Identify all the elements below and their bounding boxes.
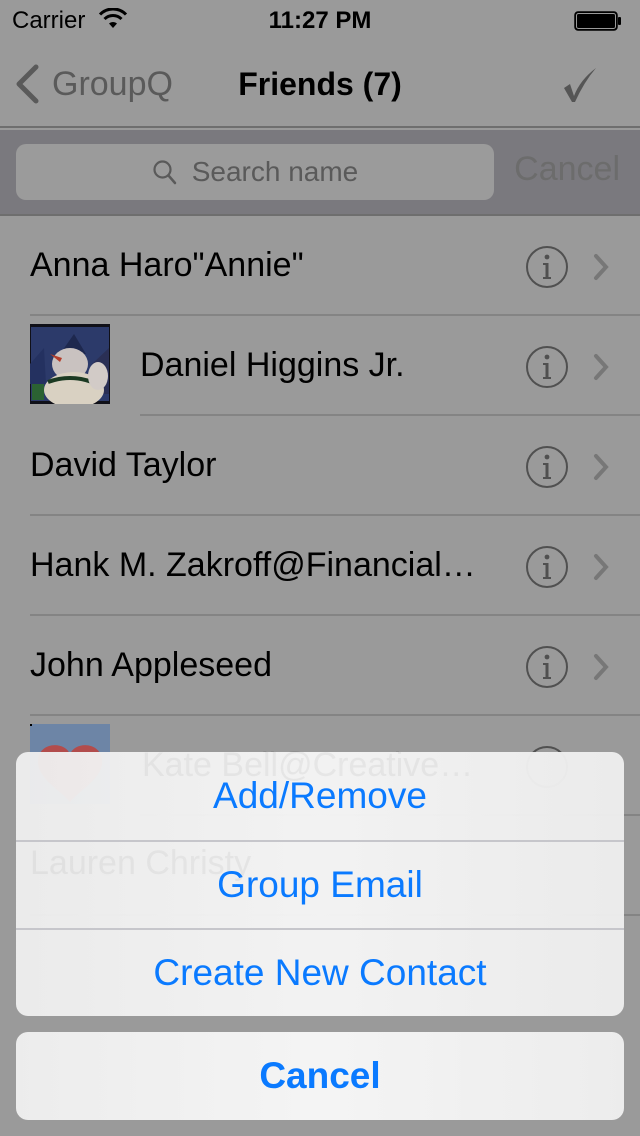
contact-name: David Taylor xyxy=(30,446,217,484)
contact-name: Hank M. Zakroff@Financial… xyxy=(30,546,476,584)
contact-name: Anna Haro"Annie" xyxy=(30,246,304,284)
info-icon[interactable] xyxy=(525,545,569,589)
create-new-contact-button[interactable]: Create New Contact xyxy=(16,928,624,1016)
chevron-right-icon xyxy=(594,554,609,580)
action-sheet-cancel-button[interactable]: Cancel xyxy=(16,1032,624,1120)
snowman-photo-icon xyxy=(30,324,110,404)
checkmark-icon[interactable] xyxy=(560,62,600,106)
status-time: 11:27 PM xyxy=(268,7,372,34)
info-icon[interactable] xyxy=(525,445,569,489)
search-placeholder: Search name xyxy=(191,156,359,187)
contact-row[interactable]: Hank M. Zakroff@Financial… xyxy=(0,516,640,616)
chevron-right-icon xyxy=(594,254,609,280)
chevron-right-icon xyxy=(594,454,609,480)
group-email-button[interactable]: Group Email xyxy=(16,840,624,928)
search-bar: Search name Cancel xyxy=(0,130,640,216)
battery-full-icon xyxy=(574,11,621,31)
status-bar: Carrier 11:27 PM xyxy=(0,0,640,40)
info-icon[interactable] xyxy=(525,245,569,289)
chevron-right-icon xyxy=(594,354,609,380)
contact-name: John Appleseed xyxy=(30,646,272,684)
contact-row[interactable]: John Appleseed xyxy=(0,616,640,716)
contact-row[interactable]: David Taylor xyxy=(0,416,640,516)
info-icon[interactable] xyxy=(525,345,569,389)
page-title: Friends (7) xyxy=(238,66,402,102)
action-sheet: Kate Bell@Creative… Lauren Christy Add/R… xyxy=(16,752,624,1016)
chevron-right-icon xyxy=(594,654,609,680)
search-cancel-button[interactable]: Cancel xyxy=(514,150,620,189)
contact-row[interactable]: Anna Haro"Annie" xyxy=(0,216,640,316)
search-icon xyxy=(153,160,176,185)
contact-avatar xyxy=(30,324,110,404)
navigation-bar: GroupQ Friends (7) xyxy=(0,40,640,128)
search-input[interactable]: Search name xyxy=(16,144,494,200)
info-icon[interactable] xyxy=(525,645,569,689)
add-remove-button[interactable]: Add/Remove xyxy=(16,752,624,840)
contact-name: Daniel Higgins Jr. xyxy=(140,346,405,384)
contact-row[interactable]: Daniel Higgins Jr. xyxy=(0,316,640,416)
